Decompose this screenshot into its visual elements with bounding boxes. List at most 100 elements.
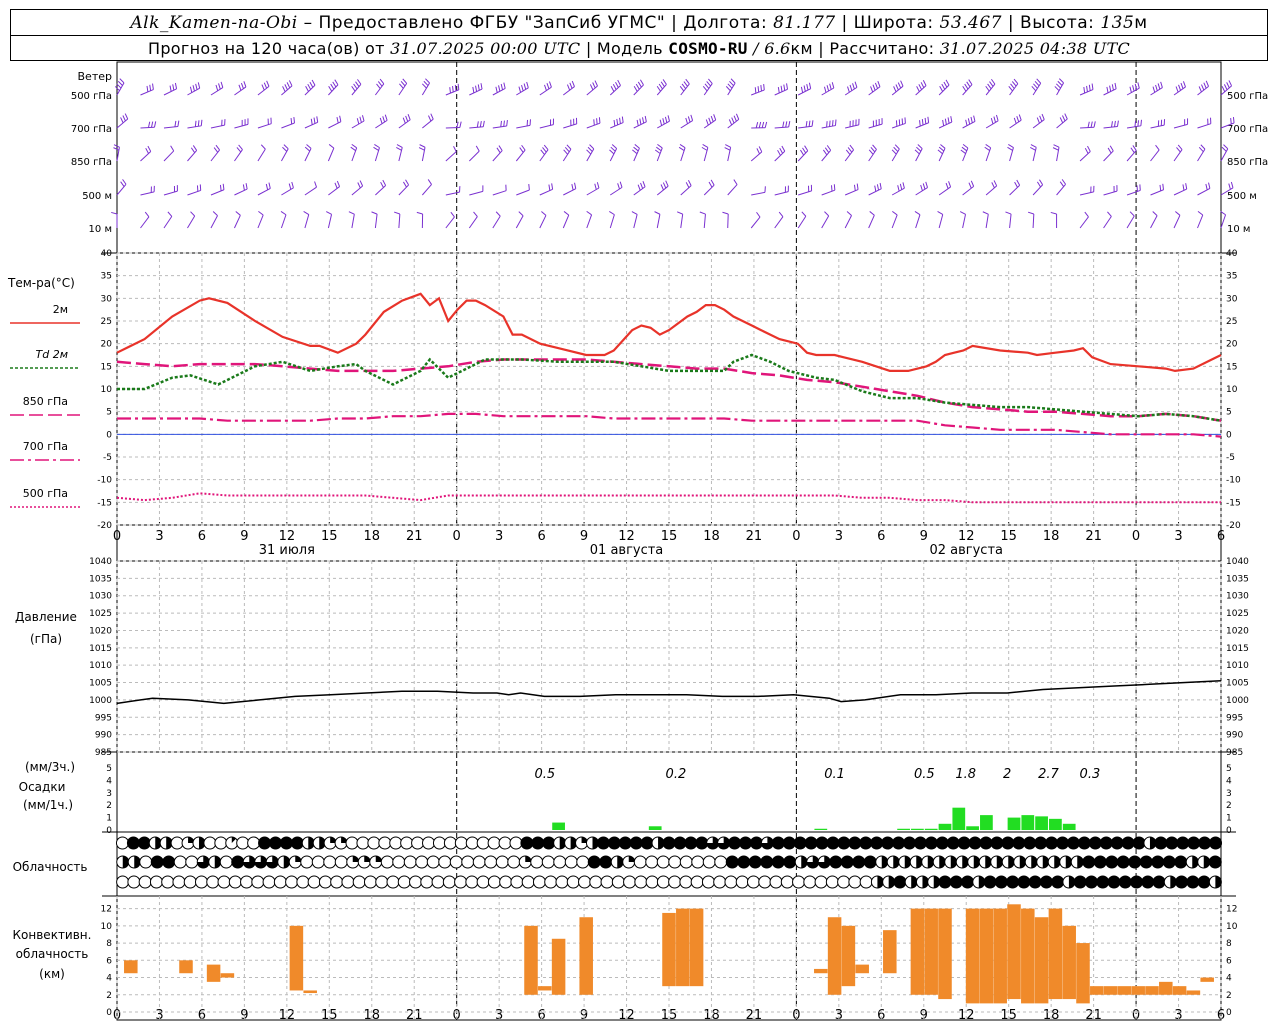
wind-barb-feather [1221, 146, 1227, 152]
precip-bar [1021, 815, 1035, 830]
x-tick-label-temp: 3 [1174, 529, 1182, 544]
wind-barb-feather [309, 81, 314, 88]
temp-ytick-right: -15 [1226, 498, 1241, 508]
wind-barb-feather [984, 146, 990, 152]
wind-barb-feather [1178, 84, 1182, 91]
pres-ytick-right: 985 [1226, 748, 1243, 758]
wind-barb-feather [1177, 144, 1183, 150]
wind-barb-staff [280, 214, 287, 229]
wind-barb-feather [1228, 80, 1233, 87]
wind-barb-feather [215, 84, 219, 91]
cloud-circle [432, 836, 446, 850]
wind-barb-feather [328, 144, 335, 149]
wind-barb-feather [1007, 146, 1013, 151]
wind-barb-staff [492, 215, 501, 229]
wind-barb-feather [476, 121, 479, 128]
wind-barb-feather [589, 84, 594, 91]
pres-ytick-left: 1015 [89, 644, 112, 654]
wind-barb-feather [1197, 211, 1204, 216]
wind-barb-feather [995, 114, 999, 121]
wind-barb-feather [122, 115, 126, 122]
wind-barb-staff [774, 191, 789, 196]
wind-barb-feather [637, 184, 641, 191]
wind-barb-staff [609, 214, 615, 229]
cloud-circle [983, 875, 997, 889]
cloud-circle [290, 836, 304, 850]
wind-barb-feather [758, 121, 762, 128]
cloud-circle [803, 875, 817, 889]
wind-barb-feather [654, 211, 661, 215]
x-tick-label-temp: 6 [198, 529, 206, 544]
wind-barb-staff [234, 123, 249, 129]
wind-barb-feather [756, 211, 761, 218]
wind-barb-feather [419, 144, 426, 148]
wind-barb-feather [658, 83, 663, 90]
wind-barb-feather [783, 84, 786, 91]
cloud-circle [724, 875, 738, 889]
precip-bar [814, 828, 828, 830]
cloud-circle [510, 875, 524, 889]
wind-barb-feather [660, 81, 665, 87]
wind-level-label-right: 10 м [1227, 224, 1250, 235]
wind-barb-staff [492, 150, 503, 162]
wind-barb-feather [544, 84, 547, 91]
wind-barb-feather [927, 116, 930, 123]
wind-barb-feather [328, 85, 333, 92]
wind-barb-feather [268, 182, 271, 189]
wind-barb-feather [660, 184, 664, 191]
wind-barb-feather [245, 183, 248, 190]
cloud-circle [247, 836, 261, 850]
wind-barb-feather [359, 116, 362, 123]
cloud-circle [555, 875, 569, 889]
cloud-circle [1077, 836, 1091, 850]
cloud-circle [656, 855, 670, 869]
wind-barb-staff [1150, 149, 1160, 162]
wind-barb-feather [566, 144, 572, 150]
cloud-circle [495, 855, 509, 869]
convective-bar [689, 908, 704, 987]
wind-barb-staff [774, 216, 784, 229]
wind-barb-feather [1059, 117, 1064, 124]
wind-barb-staff [1173, 149, 1183, 162]
wind-barb-feather [1140, 119, 1142, 126]
convective-bar [1048, 908, 1063, 1000]
wind-barb-feather [376, 83, 381, 89]
wind-barb-feather [195, 83, 198, 90]
prec-ytick-right: 4 [1226, 776, 1232, 786]
wind-barb-feather [849, 144, 854, 151]
x-tick-label-temp: 3 [835, 529, 843, 544]
cloud-circle [735, 875, 749, 889]
prec-ytick-left: 1 [106, 814, 112, 824]
wind-barb-feather [356, 118, 360, 125]
wind-barb-feather [854, 81, 858, 88]
cloud-circle [968, 836, 982, 850]
cloud-circle [829, 855, 843, 869]
wind-barb-feather [1201, 84, 1205, 91]
wind-barb-feather [633, 146, 639, 152]
wind-barb-feather [800, 86, 804, 93]
wind-barb-staff [257, 123, 272, 129]
cloud-circle [852, 855, 866, 869]
temp-ytick-left: -10 [97, 476, 112, 486]
wind-barb-feather [1129, 211, 1135, 217]
cloud-circle [793, 836, 807, 850]
wind-barb-feather [242, 184, 245, 191]
prec-ytick-left: 5 [106, 764, 112, 774]
convective-bar [883, 930, 897, 974]
wind-barb-feather [1093, 121, 1096, 128]
wind-barb-feather [947, 117, 950, 124]
precip-bar [552, 822, 565, 830]
wind-barb-staff [1173, 215, 1181, 229]
cloud-circle [454, 875, 468, 889]
wind-barb-feather [282, 86, 286, 92]
wind-barb-feather [495, 211, 501, 217]
wind-barb-feather [846, 211, 852, 216]
wind-barb-staff [398, 213, 401, 229]
wind-barb-feather [119, 78, 125, 84]
wind-barb-feather [806, 84, 809, 91]
convective-bar [1103, 986, 1118, 995]
wind-barb-feather [708, 78, 713, 84]
pres-ytick-left: 985 [95, 748, 112, 758]
cloud-circle [1099, 836, 1113, 850]
wind-barb-feather [339, 115, 342, 122]
